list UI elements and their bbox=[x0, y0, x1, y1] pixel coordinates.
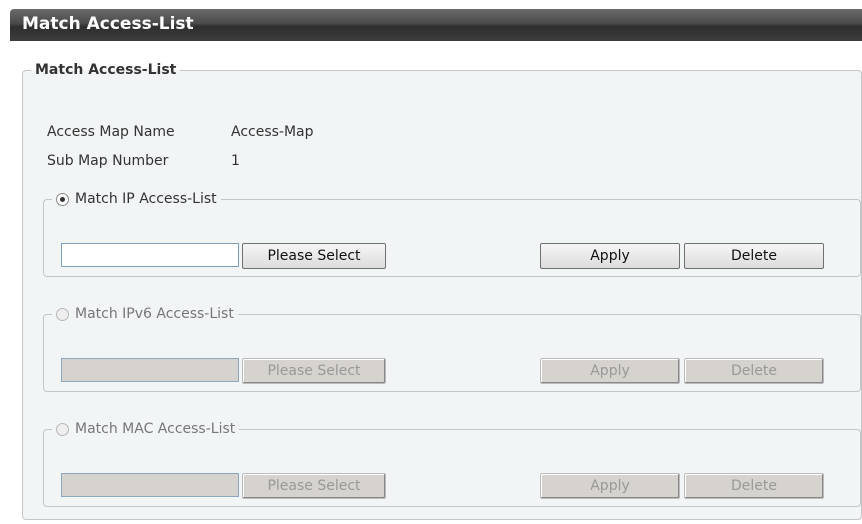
match-mac-apply-button: Apply bbox=[540, 473, 680, 499]
title-bar: Match Access-List bbox=[10, 9, 862, 41]
match-ip-legend[interactable]: Match IP Access-List bbox=[52, 191, 221, 207]
info-row-access-map: Access Map Name Access-Map bbox=[47, 124, 314, 153]
match-ip-section: Match IP Access-List Please Select Apply… bbox=[43, 191, 861, 277]
match-mac-delete-button: Delete bbox=[684, 473, 824, 499]
match-ipv6-radio[interactable] bbox=[56, 307, 69, 321]
match-mac-please-select-button: Please Select bbox=[242, 473, 386, 499]
match-ip-apply-button[interactable]: Apply bbox=[540, 243, 680, 269]
match-ip-input[interactable] bbox=[61, 243, 239, 267]
content-panel: Match Access-List Access Map Name Access… bbox=[10, 41, 862, 524]
sub-map-number-value: 1 bbox=[231, 153, 240, 169]
match-mac-label: Match MAC Access-List bbox=[75, 421, 236, 437]
access-map-name-value: Access-Map bbox=[231, 124, 314, 140]
fieldset-legend: Match Access-List bbox=[35, 62, 177, 78]
match-mac-section: Match MAC Access-List Please Select Appl… bbox=[43, 421, 861, 507]
match-access-list-fieldset: Match Access-List Access Map Name Access… bbox=[22, 62, 862, 520]
info-row-sub-map: Sub Map Number 1 bbox=[47, 153, 314, 182]
match-ip-radio[interactable] bbox=[56, 192, 69, 206]
match-ip-label: Match IP Access-List bbox=[75, 191, 217, 207]
sub-map-number-label: Sub Map Number bbox=[47, 153, 169, 169]
match-ipv6-input bbox=[61, 358, 239, 382]
match-ipv6-delete-button: Delete bbox=[684, 358, 824, 384]
match-mac-radio[interactable] bbox=[56, 422, 69, 436]
match-ipv6-legend[interactable]: Match IPv6 Access-List bbox=[52, 306, 238, 322]
match-ip-delete-button[interactable]: Delete bbox=[684, 243, 824, 269]
match-ipv6-section: Match IPv6 Access-List Please Select App… bbox=[43, 306, 861, 392]
match-mac-legend[interactable]: Match MAC Access-List bbox=[52, 421, 239, 437]
match-ipv6-please-select-button: Please Select bbox=[242, 358, 386, 384]
match-ip-please-select-button[interactable]: Please Select bbox=[242, 243, 386, 269]
match-ipv6-apply-button: Apply bbox=[540, 358, 680, 384]
match-ipv6-label: Match IPv6 Access-List bbox=[75, 306, 234, 322]
access-map-name-label: Access Map Name bbox=[47, 124, 175, 140]
page-title: Match Access-List bbox=[22, 14, 194, 34]
info-table: Access Map Name Access-Map Sub Map Numbe… bbox=[47, 124, 314, 182]
match-mac-input bbox=[61, 473, 239, 497]
